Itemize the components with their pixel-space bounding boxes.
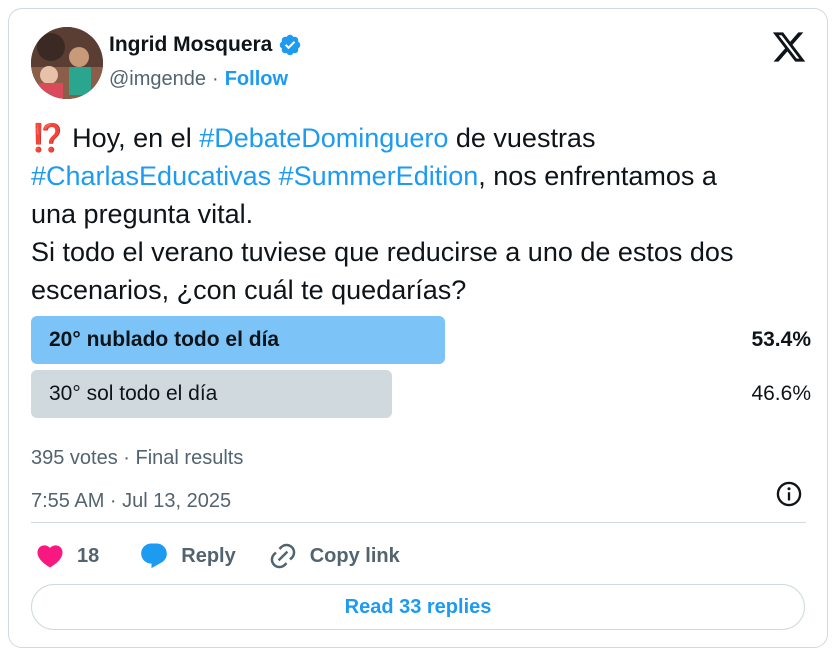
- x-logo-icon[interactable]: [771, 29, 807, 65]
- poll-option-percent: 46.6%: [751, 382, 811, 405]
- poll-option: 20° nublado todo el día 53.4%: [31, 316, 811, 364]
- verified-badge-icon: [280, 34, 301, 56]
- follow-button[interactable]: Follow: [225, 68, 288, 91]
- author-name-row: Ingrid Mosquera: [109, 33, 302, 57]
- tweet-card: Ingrid Mosquera @imgende · Follow ⁉️ Hoy…: [8, 8, 828, 648]
- read-replies-button[interactable]: Read 33 replies: [31, 584, 805, 630]
- reply-label: Reply: [181, 544, 236, 567]
- like-button[interactable]: 18: [35, 541, 99, 571]
- divider: [31, 522, 806, 523]
- reply-button[interactable]: Reply: [139, 541, 236, 571]
- handle-row: @imgende · Follow: [109, 68, 288, 91]
- link-icon: [270, 543, 296, 569]
- tweet-text-segment: escenarios, ¿con cuál te quedarías?: [31, 275, 467, 305]
- like-count: 18: [77, 544, 100, 567]
- tweet-text-segment: Si todo el verano tuviese que reducirse …: [31, 237, 734, 267]
- info-icon[interactable]: [775, 480, 803, 508]
- hashtag-charlas-educativas[interactable]: #CharlasEducativas: [31, 161, 271, 191]
- tweet-text-segment: , nos enfrentamos a: [478, 161, 717, 191]
- handle-separator: ·: [212, 68, 219, 90]
- author-handle[interactable]: @imgende: [109, 68, 206, 91]
- heart-icon: [37, 545, 63, 568]
- tweet-text: ⁉️ Hoy, en el #DebateDominguero de vuest…: [31, 119, 821, 309]
- author-name[interactable]: Ingrid Mosquera: [109, 33, 272, 57]
- tweet-text-segment: de vuestras: [448, 123, 596, 153]
- hashtag-debate-dominguero[interactable]: #DebateDominguero: [199, 123, 448, 153]
- copy-link-label: Copy link: [309, 544, 400, 567]
- tweet-text-segment: Hoy, en el: [64, 123, 200, 153]
- avatar[interactable]: [31, 27, 103, 99]
- copy-link-button[interactable]: Copy link: [268, 541, 400, 571]
- action-bar: 18 Reply Copy link: [35, 539, 400, 573]
- poll-option-label: 20° nublado todo el día: [49, 328, 280, 351]
- poll-option-percent: 53.4%: [751, 328, 811, 351]
- tweet-text-space: [271, 161, 279, 191]
- poll-option: 30° sol todo el día 46.6%: [31, 370, 811, 418]
- poll-results-meta: 395 votes · Final results: [31, 447, 244, 469]
- interrobang-emoji: ⁉️: [31, 123, 65, 153]
- tweet-timestamp[interactable]: 7:55 AM · Jul 13, 2025: [31, 490, 231, 513]
- tweet-text-segment: una pregunta vital.: [31, 199, 254, 229]
- hashtag-summer-edition[interactable]: #SummerEdition: [279, 161, 479, 191]
- poll-option-label: 30° sol todo el día: [49, 382, 218, 405]
- reply-bubble-icon: [141, 543, 168, 569]
